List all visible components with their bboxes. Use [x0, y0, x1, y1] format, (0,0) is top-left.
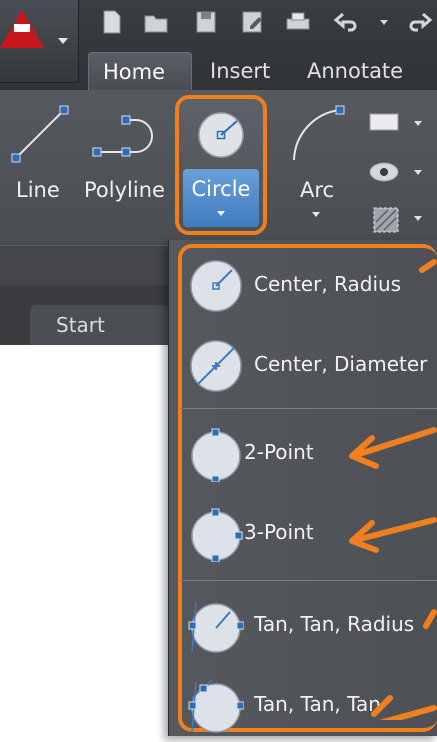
circle-tan-tan-radius-icon	[188, 601, 244, 653]
tab-insert[interactable]: Insert	[196, 52, 288, 90]
circle-button[interactable]: Circle	[175, 95, 267, 235]
arc-label[interactable]: Arc	[300, 178, 334, 202]
circle-label: Circle	[191, 177, 251, 201]
tab-annotate[interactable]: Annotate	[293, 52, 423, 90]
title-bar: Home Insert Annotate	[0, 0, 437, 92]
save-as-icon[interactable]	[238, 8, 266, 36]
circle-2-point-icon	[191, 428, 241, 482]
arc-tool-icon[interactable]	[286, 100, 348, 166]
circle-center-radius-icon	[190, 260, 242, 312]
boundary-tool-icon[interactable]	[368, 202, 408, 238]
hatch-tool-icon[interactable]	[368, 158, 408, 184]
chevron-down-icon	[217, 211, 225, 216]
circle-center-diameter-icon	[190, 340, 242, 392]
annotation-arrows	[349, 259, 437, 720]
polyline-tool-icon[interactable]	[90, 108, 160, 158]
tab-home[interactable]: Home	[88, 52, 192, 90]
print-icon[interactable]	[284, 8, 312, 36]
polyline-label[interactable]: Polyline	[84, 178, 165, 202]
circle-tan-tan-tan-icon	[188, 679, 244, 733]
menu-item-label: 3-Point	[244, 520, 314, 544]
line-tool-icon[interactable]	[10, 100, 72, 166]
redo-icon[interactable]	[405, 8, 433, 36]
chevron-down-icon[interactable]	[414, 216, 422, 221]
circle-icon	[198, 112, 244, 158]
logo-inner-mark	[14, 24, 30, 32]
rectangle-tool-icon[interactable]	[368, 110, 408, 136]
save-icon[interactable]	[192, 8, 220, 36]
undo-dropdown-icon[interactable]	[378, 8, 390, 36]
new-document-icon[interactable]	[98, 8, 126, 36]
chevron-down-icon[interactable]	[414, 121, 422, 126]
line-label[interactable]: Line	[16, 178, 60, 202]
chevron-down-icon[interactable]	[312, 212, 320, 217]
application-menu-button[interactable]	[0, 0, 79, 83]
chevron-down-icon[interactable]	[414, 170, 422, 175]
open-folder-icon[interactable]	[142, 8, 170, 36]
chevron-down-icon	[58, 38, 68, 44]
circle-3-point-icon	[191, 508, 243, 562]
undo-icon[interactable]	[333, 8, 361, 36]
tab-start[interactable]: Start	[30, 305, 170, 345]
menu-item-label: 2-Point	[244, 440, 314, 464]
